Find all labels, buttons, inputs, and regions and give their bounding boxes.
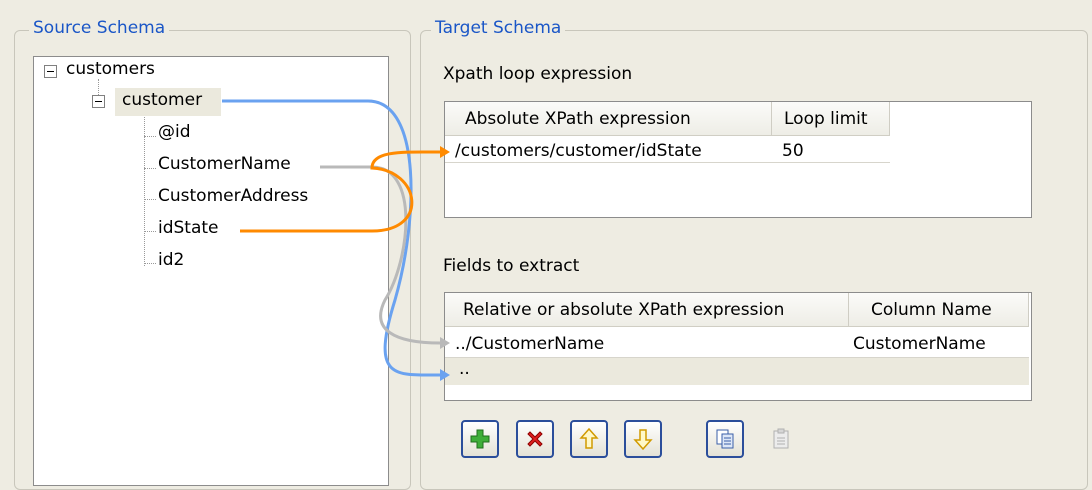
loop-expression-table: Absolute XPath expression Loop limit /cu…: [444, 101, 1032, 218]
column-header[interactable]: Loop limit: [772, 102, 890, 136]
delete-icon: [527, 431, 543, 447]
paste-button[interactable]: [762, 420, 800, 458]
tree-connector: [144, 263, 156, 264]
tree-node-field[interactable]: idState: [158, 218, 219, 238]
add-icon: [470, 429, 490, 449]
loop-expression-label: Xpath loop expression: [443, 64, 633, 84]
collapse-icon[interactable]: [92, 95, 105, 108]
move-up-icon: [579, 427, 599, 449]
tree-connector: [144, 231, 156, 232]
tree-node-customers[interactable]: customers: [66, 59, 155, 79]
fields-table: Relative or absolute XPath expression Co…: [444, 292, 1032, 401]
collapse-icon[interactable]: [44, 65, 57, 78]
tree-node-customer[interactable]: customer: [122, 90, 202, 110]
tree-connector: [144, 199, 156, 200]
fields-to-extract-label: Fields to extract: [443, 256, 580, 276]
column-header[interactable]: Absolute XPath expression: [445, 102, 772, 136]
field-xpath-cell[interactable]: ../CustomerName: [455, 331, 604, 357]
tree-connector: [144, 136, 156, 137]
tree-node-field[interactable]: CustomerAddress: [158, 186, 308, 206]
tree-node-field[interactable]: id2: [158, 250, 184, 270]
move-down-icon: [633, 429, 653, 451]
selected-row[interactable]: [445, 358, 1029, 385]
tree-connector: [144, 168, 156, 169]
source-schema-tree[interactable]: [33, 56, 389, 486]
delete-row-button[interactable]: [516, 420, 554, 458]
tree-node-field[interactable]: @id: [158, 122, 191, 142]
copy-icon: [716, 429, 734, 449]
add-row-button[interactable]: [461, 420, 499, 458]
target-schema-title: Target Schema: [431, 18, 566, 38]
column-header[interactable]: Column Name: [849, 293, 1029, 327]
tree-connector: [144, 108, 145, 266]
source-schema-title: Source Schema: [29, 18, 170, 38]
move-up-button[interactable]: [570, 420, 608, 458]
loop-xpath-cell[interactable]: /customers/customer/idState: [455, 138, 702, 164]
field-xpath-cell[interactable]: ..: [459, 356, 470, 382]
column-header[interactable]: Relative or absolute XPath expression: [445, 293, 849, 327]
paste-icon: [773, 428, 789, 449]
loop-limit-cell[interactable]: 50: [782, 138, 804, 164]
copy-button[interactable]: [706, 420, 744, 458]
move-down-button[interactable]: [624, 420, 662, 458]
field-column-cell[interactable]: CustomerName: [853, 331, 986, 357]
tree-node-field[interactable]: CustomerName: [158, 154, 291, 174]
